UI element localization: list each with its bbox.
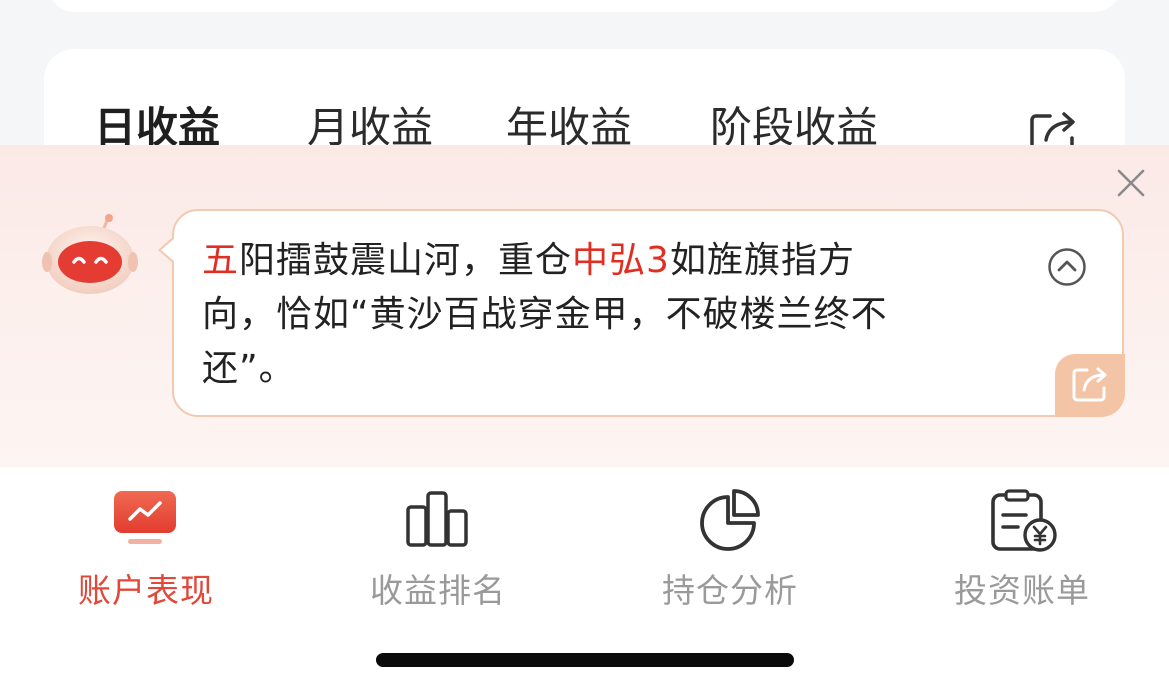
bar-chart-icon (406, 489, 470, 553)
nav-item-investment-bill[interactable]: 投资账单 (876, 467, 1168, 627)
nav-label: 账户表现 (78, 571, 214, 610)
nav-label: 收益排名 (370, 571, 506, 610)
nav-item-income-ranking[interactable]: 收益排名 (292, 467, 584, 627)
home-indicator[interactable] (376, 653, 794, 667)
comment-line-3: 还”。 (202, 348, 296, 389)
comment-text-segment: 如旌旗指方 (669, 240, 855, 281)
nav-item-position-analysis[interactable]: 持仓分析 (584, 467, 876, 627)
robot-icon (42, 214, 138, 296)
share-button[interactable] (1055, 354, 1125, 417)
ai-comment-text: 五阳擂鼓震山河，重仓中弘3如旌旗指方 向，恰如“黄沙百战穿金甲，不破楼兰终不 还… (202, 234, 982, 396)
chevron-up-icon[interactable] (1047, 247, 1087, 287)
bubble-tail-inner (161, 238, 175, 262)
pie-chart-icon (698, 489, 762, 555)
close-icon[interactable] (1116, 168, 1146, 198)
nav-label: 持仓分析 (662, 571, 798, 610)
comment-line-2: 向，恰如“黄沙百战穿金甲，不破楼兰终不 (202, 294, 888, 335)
highlight-text: 五 (202, 240, 240, 281)
monitor-chart-icon (114, 489, 176, 551)
highlight-stock-name: 中弘3 (572, 240, 670, 281)
nav-item-account-performance[interactable]: 账户表现 (0, 467, 292, 627)
bill-yen-icon (990, 489, 1058, 557)
comment-line-1: 五阳擂鼓震山河，重仓中弘3如旌旗指方 (202, 234, 982, 288)
nav-label: 投资账单 (954, 571, 1090, 610)
comment-text-segment: 阳擂鼓震山河，重仓 (239, 240, 573, 281)
share-icon (1072, 367, 1107, 402)
